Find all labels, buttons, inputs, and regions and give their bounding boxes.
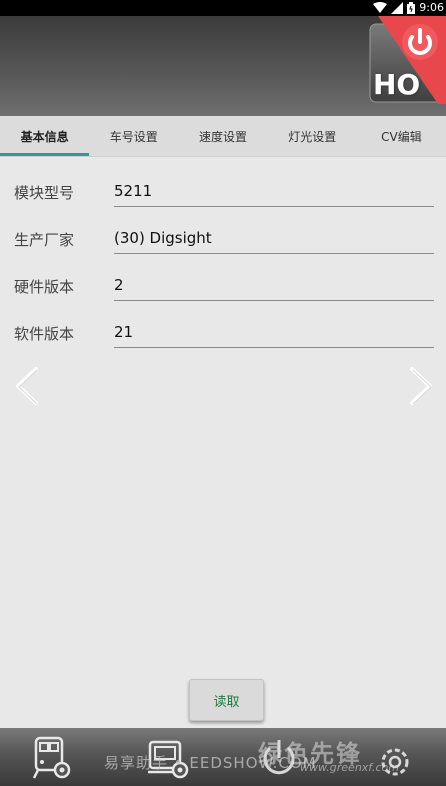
locomotive-settings-button[interactable] xyxy=(28,734,74,782)
ho-power-button[interactable]: HO xyxy=(368,16,446,104)
form-row-hardware-version: 硬件版本 2 xyxy=(0,264,446,311)
info-form: 模块型号 5211 生产厂家 (30) Digsight 硬件版本 2 软件版本… xyxy=(0,170,446,358)
hardware-version-label: 硬件版本 xyxy=(14,278,75,296)
watermark-url: www.greenxf.com xyxy=(300,761,399,774)
form-row-module-model: 模块型号 5211 xyxy=(0,170,446,217)
gear-settings-button[interactable] xyxy=(372,734,418,782)
tab-address-settings[interactable]: 车号设置 xyxy=(89,116,178,156)
read-button[interactable]: 读取 xyxy=(189,679,264,721)
tab-bar: 基本信息 车号设置 速度设置 灯光设置 CV编辑 xyxy=(0,116,446,157)
app-header: HO xyxy=(0,16,446,116)
signal-icon xyxy=(391,2,404,14)
module-model-field[interactable]: 5211 xyxy=(114,182,434,207)
status-time: 9:06 xyxy=(419,1,444,14)
software-version-label: 软件版本 xyxy=(14,325,75,343)
tab-light-settings[interactable]: 灯光设置 xyxy=(268,116,357,156)
next-page-button[interactable] xyxy=(406,366,436,406)
wifi-icon xyxy=(373,2,388,13)
previous-page-button[interactable] xyxy=(12,366,42,406)
hardware-version-field[interactable]: 2 xyxy=(114,276,434,301)
manufacturer-field[interactable]: (30) Digsight xyxy=(114,229,434,254)
status-bar: 9:06 xyxy=(0,0,446,16)
locomotive-settings-icon xyxy=(32,736,71,779)
module-model-label: 模块型号 xyxy=(14,184,75,202)
battery-icon xyxy=(407,2,416,14)
power-icon xyxy=(402,24,438,60)
software-version-field[interactable]: 21 xyxy=(114,323,434,348)
form-row-manufacturer: 生产厂家 (30) Digsight xyxy=(0,217,446,264)
tab-basic-info[interactable]: 基本信息 xyxy=(0,116,90,156)
ho-label: HO xyxy=(373,68,421,101)
status-icons: 9:06 xyxy=(373,1,444,15)
manufacturer-label: 生产厂家 xyxy=(14,231,75,249)
gear-settings-icon xyxy=(381,748,409,776)
chevron-left-icon xyxy=(16,367,38,405)
tab-speed-settings[interactable]: 速度设置 xyxy=(178,116,267,156)
tab-cv-edit[interactable]: CV编辑 xyxy=(357,116,446,156)
chevron-right-icon xyxy=(410,367,432,405)
form-row-software-version: 软件版本 21 xyxy=(0,311,446,358)
screen: 9:06 HO 基本信息 车号设置 速度设置 灯光设置 CV编辑 模块型号 52… xyxy=(0,0,446,786)
